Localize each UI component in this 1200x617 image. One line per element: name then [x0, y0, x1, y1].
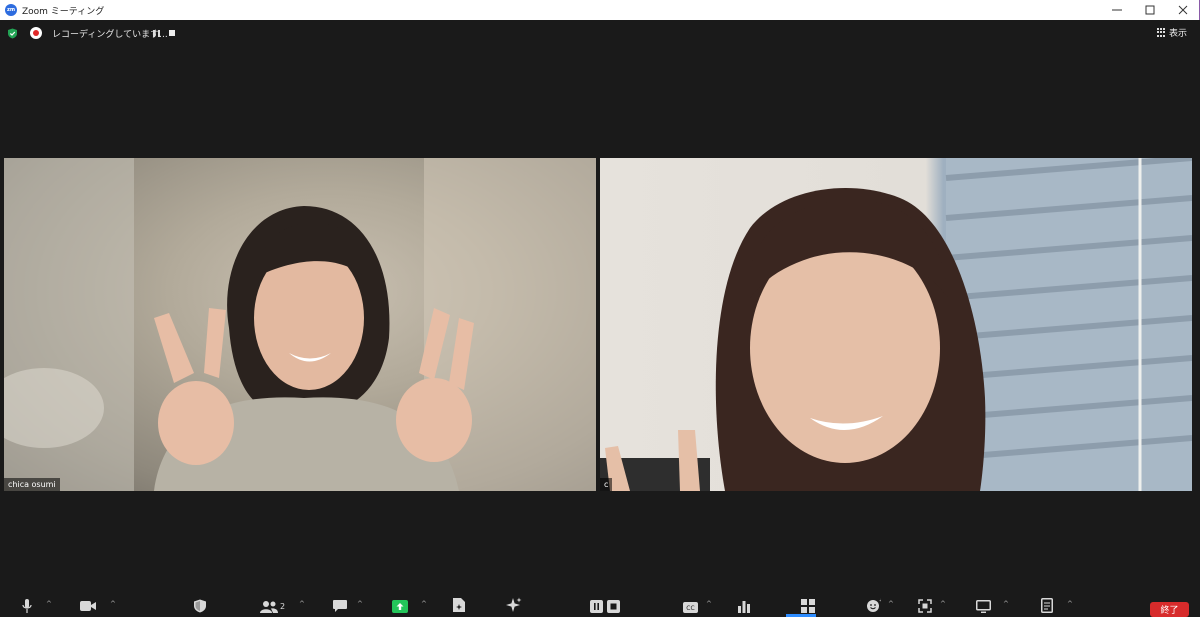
focus-options-chevron-icon[interactable]: ^: [940, 600, 946, 608]
captions-options-chevron-icon[interactable]: ^: [706, 600, 712, 608]
audio-options-chevron-icon[interactable]: ^: [46, 600, 52, 608]
microphone-icon: [22, 598, 32, 613]
whiteboard-button[interactable]: [976, 598, 991, 614]
whiteboard-options-chevron-icon[interactable]: ^: [1003, 600, 1009, 608]
notes-icon: [1041, 597, 1053, 613]
video-tile-participant-1[interactable]: chica osumi: [4, 158, 596, 491]
video-tile-participant-2[interactable]: c: [600, 158, 1192, 491]
reactions-options-chevron-icon[interactable]: ^: [888, 600, 894, 608]
window-controls: [1100, 0, 1199, 20]
view-button[interactable]: 表示: [1156, 26, 1187, 39]
chat-button[interactable]: [332, 598, 348, 614]
meeting-top-bar: レコーディングしています... 表示: [0, 20, 1200, 46]
reactions-button[interactable]: +: [866, 597, 881, 613]
mute-button[interactable]: [22, 598, 32, 614]
recording-indicator-icon: [30, 27, 42, 39]
ai-sparkle-icon: [506, 597, 522, 612]
closed-captions-icon: CC: [683, 601, 698, 613]
ai-companion-button[interactable]: [506, 597, 522, 613]
participants-button[interactable]: 2: [260, 598, 285, 614]
video-camera-icon: [80, 601, 96, 611]
polls-button[interactable]: [737, 598, 751, 614]
minimize-button[interactable]: [1100, 0, 1133, 20]
maximize-icon: [1145, 5, 1154, 15]
recording-status-text: レコーディングしています...: [52, 30, 168, 40]
notes-options-chevron-icon[interactable]: ^: [1067, 600, 1073, 608]
chat-bubble-icon: [333, 600, 347, 612]
apps-grid-icon: [801, 599, 815, 613]
pause-icon: [590, 599, 603, 613]
svg-text:CC: CC: [686, 605, 694, 612]
emoji-reaction-icon: +: [867, 598, 881, 612]
pause-recording-button[interactable]: [590, 598, 603, 614]
video-button[interactable]: [80, 598, 97, 614]
security-shield-icon: [194, 599, 206, 613]
close-icon: [1178, 5, 1187, 15]
document-sparkle-icon: [453, 598, 465, 612]
minimize-icon: [1111, 9, 1122, 11]
end-meeting-button[interactable]: 終了: [1150, 602, 1189, 617]
stop-icon: [607, 599, 620, 613]
share-screen-button[interactable]: [392, 598, 408, 614]
pause-recording-icon[interactable]: [153, 30, 160, 37]
window-title-bar: zm Zoom ミーティング: [0, 0, 1200, 20]
share-options-chevron-icon[interactable]: ^: [421, 600, 427, 608]
participant-name-tag: c: [600, 478, 613, 491]
captions-button[interactable]: CC: [683, 599, 698, 615]
participants-icon: [260, 600, 278, 613]
participants-count: 2: [280, 601, 286, 611]
chat-options-chevron-icon[interactable]: ^: [357, 600, 363, 608]
security-button[interactable]: [193, 598, 207, 614]
window-title: Zoom ミーティング: [22, 6, 105, 17]
security-shield-icon[interactable]: [7, 28, 18, 39]
participant-1-video: [4, 158, 596, 491]
maximize-button[interactable]: [1133, 0, 1166, 20]
svg-text:+: +: [879, 598, 881, 604]
summary-button[interactable]: [452, 597, 466, 613]
apps-button[interactable]: [801, 598, 815, 614]
close-button[interactable]: [1166, 0, 1199, 20]
monitor-icon: [976, 599, 991, 613]
stop-recording-button[interactable]: [607, 598, 620, 614]
video-options-chevron-icon[interactable]: ^: [110, 600, 116, 608]
zoom-app-icon: zm: [5, 4, 17, 16]
notes-button[interactable]: [1041, 597, 1053, 613]
focus-mode-button[interactable]: [918, 598, 932, 614]
stop-recording-icon[interactable]: [169, 30, 175, 36]
view-label: 表示: [1168, 29, 1187, 39]
participant-name-tag: chica osumi: [4, 478, 60, 491]
share-screen-icon: [392, 599, 408, 613]
participants-options-chevron-icon[interactable]: ^: [299, 600, 305, 608]
focus-frame-icon: [918, 599, 932, 613]
participant-2-video: [600, 158, 1192, 491]
bar-chart-icon: [738, 600, 750, 613]
grid-view-icon: [1156, 28, 1166, 37]
